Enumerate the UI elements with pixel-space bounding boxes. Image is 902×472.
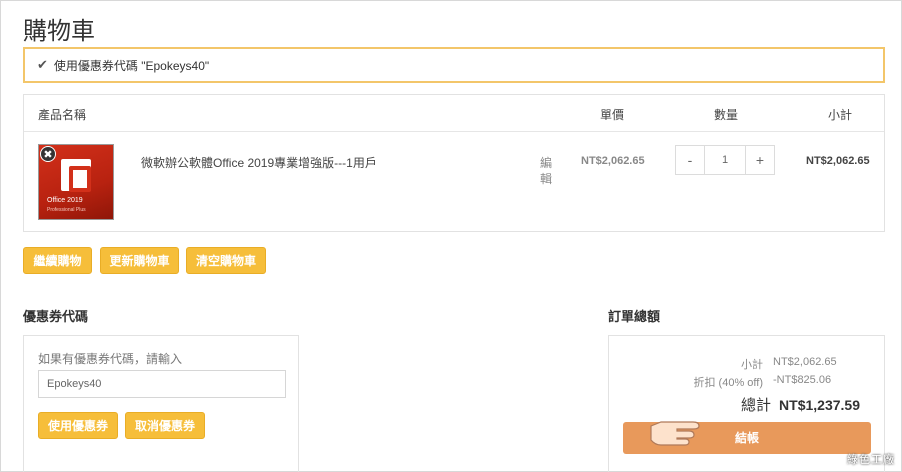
order-total-panel: 小計 NT$2,062.65 折扣 (40% off) -NT$825.06 總… xyxy=(608,335,885,472)
notice-text: 使用優惠券代碼 "Epokeys40" xyxy=(53,58,210,73)
table-row: Office 2019 Professional Plus ✖ 微軟辦公軟體Of… xyxy=(24,132,884,232)
cart-table: 產品名稱 單價 數量 小計 Office 2019 Professional P… xyxy=(23,94,885,232)
subtotal-label: 小計 xyxy=(741,359,763,371)
check-icon: ✔ xyxy=(37,57,48,72)
clear-cart-button[interactable]: 清空購物車 xyxy=(186,247,266,274)
quantity-stepper: - 1 + xyxy=(675,145,775,175)
thumbnail-title: Office 2019 xyxy=(47,197,83,204)
grand-total-value: NT$1,237.59 xyxy=(779,397,860,413)
edit-item-link[interactable]: 編輯 xyxy=(539,155,553,187)
discount-line: 折扣 (40% off) -NT$825.06 xyxy=(694,374,840,390)
order-total-title: 訂單總額 xyxy=(608,309,661,324)
thumbnail-subtitle: Professional Plus xyxy=(47,207,86,213)
subtotal-value: NT$2,062.65 xyxy=(773,356,837,368)
pointing-hand-icon xyxy=(650,421,700,446)
quantity-decrease-button[interactable]: - xyxy=(676,146,705,174)
continue-shopping-button[interactable]: 繼續購物 xyxy=(23,247,92,274)
header-product-name: 產品名稱 xyxy=(38,108,87,122)
quantity-increase-button[interactable]: + xyxy=(745,146,774,174)
discount-label: 折扣 (40% off) xyxy=(693,377,764,389)
line-subtotal: NT$2,062.65 xyxy=(806,155,870,167)
quantity-input[interactable]: 1 xyxy=(705,146,745,174)
grand-total-line: 總計 NT$1,237.59 xyxy=(741,394,860,415)
apply-coupon-button[interactable]: 使用優惠券 xyxy=(38,412,118,439)
product-name-link[interactable]: 微軟辦公軟體Office 2019專業增強版---1用戶 xyxy=(141,154,377,171)
watermark: 綠色工廠 xyxy=(847,454,895,466)
grand-total-label: 總計 xyxy=(741,397,772,414)
page-title: 購物車 xyxy=(23,18,95,45)
update-cart-button[interactable]: 更新購物車 xyxy=(100,247,179,274)
subtotal-line: 小計 NT$2,062.65 xyxy=(741,356,839,372)
discount-value: -NT$825.06 xyxy=(773,374,832,386)
coupon-applied-notice: ✔ 使用優惠券代碼 "Epokeys40" xyxy=(23,47,885,83)
office-logo-icon xyxy=(61,159,91,192)
remove-item-icon[interactable]: ✖ xyxy=(40,146,56,162)
coupon-panel: 如果有優惠券代碼，請輸入 Epokeys40 使用優惠券 取消優惠券 xyxy=(23,335,299,472)
coupon-hint: 如果有優惠券代碼，請輸入 xyxy=(38,352,183,366)
coupon-section-title: 優惠券代碼 xyxy=(23,309,89,324)
header-quantity: 數量 xyxy=(714,108,739,122)
unit-price: NT$2,062.65 xyxy=(581,155,645,167)
cart-table-header: 產品名稱 單價 數量 小計 xyxy=(24,95,884,132)
cancel-coupon-button[interactable]: 取消優惠券 xyxy=(125,412,205,439)
header-unit-price: 單價 xyxy=(600,108,625,122)
header-subtotal: 小計 xyxy=(828,108,853,122)
coupon-code-input[interactable]: Epokeys40 xyxy=(38,370,286,398)
